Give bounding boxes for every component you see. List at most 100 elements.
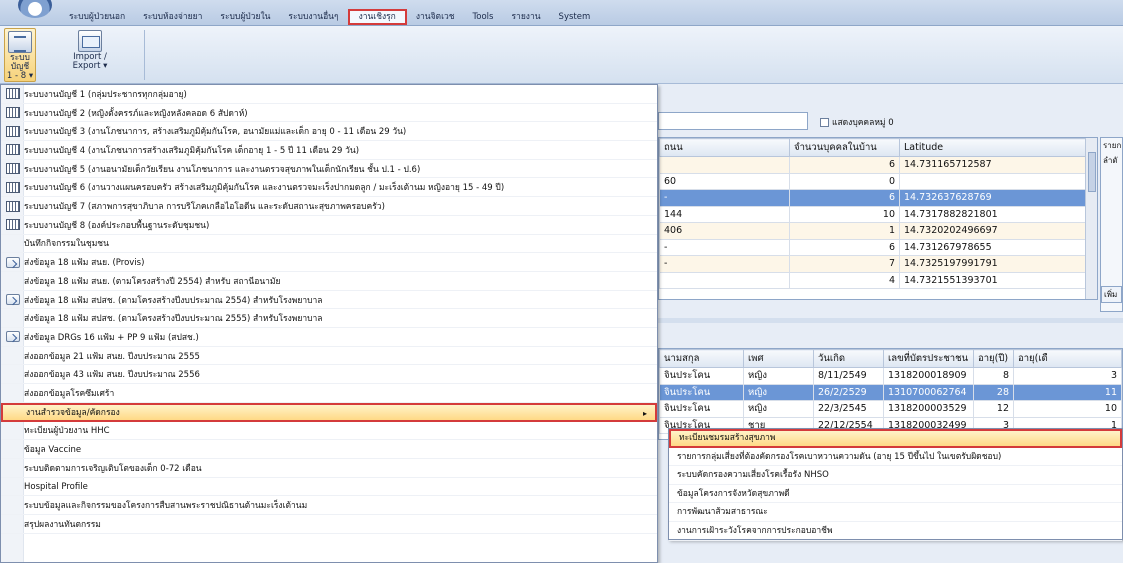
menu-item-4[interactable]: ระบบงานบัญชี 5 (งานอนามัยเด็กวัยเรียน งา… (1, 160, 657, 179)
account-system-button[interactable]: ระบบบัญชี 1 - 8 ▾ (4, 28, 36, 82)
table-row[interactable]: -7 14.7325197991791 (659, 255, 1097, 273)
envelope-icon (78, 30, 102, 52)
menu-item-21[interactable]: Hospital Profile (1, 478, 657, 497)
table-row[interactable]: 406 1 14.7320202496697 (659, 222, 1097, 240)
cell: 14.7320202496697 (899, 222, 1097, 240)
menu-item-7[interactable]: ระบบงานบัญชี 8 (องค์ประกอบพื้นฐานระดับชุ… (1, 216, 657, 235)
cell: 6 (789, 189, 900, 207)
table-row-selected[interactable]: จินประโคน หญิง 26/2/2529 1310700062764 28 11 (659, 383, 1122, 401)
col-age-months[interactable]: อายุ(เดื (1013, 349, 1122, 368)
submenu-item-1[interactable]: รายการกลุ่มเสี่ยงที่ต้องคัดกรองโรคเบาหวา… (669, 448, 1122, 467)
table-row[interactable]: 144 10 14.7317882821801 (659, 205, 1097, 223)
menu-item-17[interactable]: งานสำรวจข้อมูล/คัดกรอง ▸ (1, 402, 657, 422)
cell: จินประโคน (659, 383, 744, 401)
splitter-handle[interactable] (658, 318, 1123, 323)
cell: 1318200018909 (883, 367, 974, 385)
import-export-button[interactable]: Import / Export ▾ (66, 28, 114, 82)
col-latitude[interactable]: Latitude (899, 138, 1097, 157)
menu-item-6[interactable]: ระบบงานบัญชี 7 (สภาพการสุขาภิบาล การบริโ… (1, 197, 657, 216)
submenu-item-4[interactable]: การพัฒนาส้วมสาธารณะ (669, 503, 1122, 522)
menu-item-12[interactable]: ส่งข้อมูล 18 แฟ้ม สปสช. (ตามโครงสร้างปีง… (1, 309, 657, 329)
cell: 6 (789, 238, 900, 256)
show-village-zero-toggle[interactable]: แสดงบุคคลหมู่ 0 (820, 115, 894, 129)
cell: 7 (789, 255, 900, 273)
col-birthdate[interactable]: วันเกิด (813, 349, 884, 368)
col-road[interactable]: ถนน (659, 138, 790, 157)
menu-item-19[interactable]: ข้อมูล Vaccine (1, 440, 657, 459)
right-side-panel: รายก ลำดั เพิ่ม (1100, 137, 1123, 312)
cell: 144 (659, 205, 790, 223)
search-input[interactable] (658, 112, 808, 130)
scroll-thumb[interactable] (1088, 152, 1096, 192)
table-row-selected[interactable]: -6 14.732637628769 (659, 189, 1097, 207)
menu-other-systems[interactable]: ระบบงานอื่นๆ (279, 9, 347, 25)
menu-item-label: ระบบงานบัญชี 3 (งานโภชนาการ, สร้างเสริมภ… (24, 127, 407, 138)
table-icon (6, 163, 20, 175)
table-row[interactable]: จินประโคน หญิง 22/3/2545 1318200003529 12 10 (659, 400, 1122, 418)
cell: 14.7317882821801 (899, 205, 1097, 223)
menu-tools[interactable]: Tools (464, 9, 503, 25)
right-panel-add-button[interactable]: เพิ่ม (1101, 286, 1122, 303)
menu-reports[interactable]: รายงาน (502, 9, 549, 25)
menu-item-5[interactable]: ระบบงานบัญชี 6 (งานวางแผนครอบครัว สร้างเ… (1, 179, 657, 198)
menu-item-16[interactable]: ส่งออกข้อมูลโรคซึมเศร้า (1, 384, 657, 403)
menu-item-0[interactable]: ระบบงานบัญชี 1 (กลุ่มประชากรทุกกลุ่มอายุ… (1, 85, 657, 104)
ribbon-separator (144, 30, 145, 80)
cell: 6 (789, 156, 900, 174)
menu-item-23[interactable]: สรุปผลงานทันตกรรม (1, 515, 657, 534)
account-system-label-2: 1 - 8 ▾ (6, 71, 34, 81)
person-grid[interactable]: นามสกุล เพศ วันเกิด เลขที่บัตรประชาชน อา… (658, 348, 1123, 440)
menu-item-label: บันทึกกิจกรรมในชุมชน (24, 239, 109, 250)
menu-opd[interactable]: ระบบผู้ป่วยนอก (60, 9, 134, 25)
menu-item-3[interactable]: ระบบงานบัญชี 4 (งานโภชนาการสร้างเสริมภูม… (1, 141, 657, 160)
table-row[interactable]: จินประโคน หญิง 8/11/2549 1318200018909 8 3 (659, 367, 1122, 385)
menu-item-label: Hospital Profile (24, 481, 88, 492)
submenu-item-3[interactable]: ข้อมูลโครงการจังหวัดสุขภาพดี (669, 485, 1122, 504)
table-row[interactable]: 6 14.731165712587 (659, 156, 1097, 174)
right-panel-heading: รายก (1103, 141, 1122, 150)
household-grid[interactable]: ถนน จำนวนบุคคลในบ้าน Latitude 6 14.731165… (658, 137, 1098, 300)
menu-item-14[interactable]: ส่งออกข้อมูล 21 แฟ้ม สนย. ปีงบประมาณ 255… (1, 347, 657, 366)
col-sex[interactable]: เพศ (743, 349, 814, 368)
menu-item-20[interactable]: ระบบติดตามการเจริญเติบโตของเด็ก 0-72 เดื… (1, 459, 657, 478)
col-household-count[interactable]: จำนวนบุคคลในบ้าน (789, 138, 900, 157)
menu-item-13[interactable]: ส่งข้อมูล DRGs 16 แฟ้ม + PP 9 แฟ้ม (สปสช… (1, 328, 657, 347)
menu-item-9[interactable]: ส่งข้อมูล 18 แฟ้ม สนย. (Provis) (1, 253, 657, 272)
col-citizen-id[interactable]: เลขที่บัตรประชาชน (883, 349, 974, 368)
app-menu-orb-icon[interactable] (18, 0, 52, 18)
checkbox[interactable] (820, 117, 829, 127)
col-surname[interactable]: นามสกุล (659, 349, 744, 368)
menu-proactive-work[interactable]: งานเชิงรุก (347, 9, 407, 25)
menu-item-22[interactable]: ระบบข้อมูลและกิจกรรมของโครงการสืบสานพระร… (1, 496, 657, 516)
menu-item-label: ข้อมูล Vaccine (24, 445, 82, 456)
menu-item-label: ระบบงานบัญชี 5 (งานอนามัยเด็กวัยเรียน งา… (24, 164, 421, 175)
menu-item-15[interactable]: ส่งออกข้อมูล 43 แฟ้ม สนย. ปีงบประมาณ 255… (1, 366, 657, 385)
table-row[interactable]: 4 14.7321551393701 (659, 271, 1097, 289)
menu-item-10[interactable]: ส่งข้อมูล 18 แฟ้ม สนย. (ตามโครงสร้างปี 2… (1, 272, 657, 291)
cell: จินประโคน (659, 400, 744, 418)
menu-ipd[interactable]: ระบบผู้ป่วยใน (211, 9, 279, 25)
col-age-years[interactable]: อายุ(ปี) (973, 349, 1014, 368)
menu-item-11[interactable]: ส่งข้อมูล 18 แฟ้ม สปสช. (ตามโครงสร้างปีง… (1, 291, 657, 310)
menu-item-8[interactable]: บันทึกกิจกรรมในชุมชน (1, 235, 657, 254)
menu-item-label: ระบบติดตามการเจริญเติบโตของเด็ก 0-72 เดื… (24, 463, 202, 474)
submenu-arrow-icon: ▸ (642, 408, 647, 418)
table-icon (6, 125, 20, 137)
send-arrow-icon (6, 256, 20, 268)
cell: หญิง (743, 400, 814, 418)
table-row[interactable]: -6 14.731267978655 (659, 238, 1097, 256)
submenu-item-0[interactable]: ทะเบียนชมรมสร้างสุขภาพ (669, 429, 1122, 448)
filter-row: แสดงบุคคลหมู่ 0 (658, 112, 1123, 132)
menu-psychiatry[interactable]: งานจิตเวช (407, 9, 464, 25)
submenu-item-5[interactable]: งานการเฝ้าระวังโรคจากการประกอบอาชีพ (669, 522, 1122, 541)
menu-pharmacy[interactable]: ระบบห้องจ่ายยา (134, 9, 211, 25)
cell: 14.7325197991791 (899, 255, 1097, 273)
ribbon: ระบบบัญชี 1 - 8 ▾ Import / Export ▾ (0, 26, 1123, 84)
submenu-item-2[interactable]: ระบบคัดกรองความเสี่ยงโรคเรื้อรัง NHSO (669, 466, 1122, 485)
menu-item-2[interactable]: ระบบงานบัญชี 3 (งานโภชนาการ, สร้างเสริมภ… (1, 122, 657, 142)
menu-system[interactable]: System (550, 9, 600, 25)
menu-item-18[interactable]: ทะเบียนผู้ป่วยงาน HHC (1, 422, 657, 441)
vertical-scrollbar[interactable] (1085, 138, 1097, 299)
table-row[interactable]: 60 0 (659, 172, 1097, 190)
menu-item-1[interactable]: ระบบงานบัญชี 2 (หญิงตั้งครรภ์และหญิงหลัง… (1, 104, 657, 123)
